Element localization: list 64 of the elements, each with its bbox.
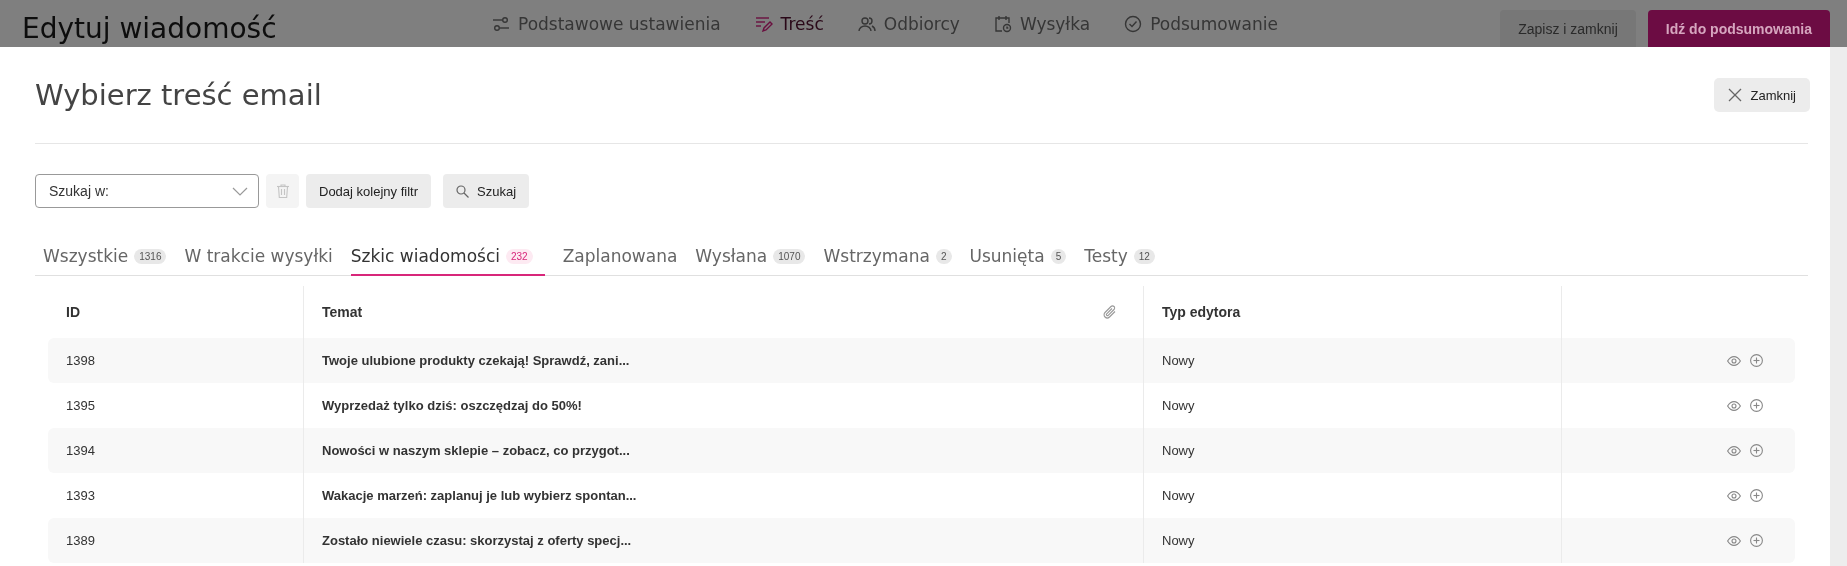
count-badge: 1316 (134, 248, 167, 264)
people-icon (857, 14, 876, 33)
eye-icon[interactable] (1727, 355, 1741, 366)
tab-label: Wszystkie (43, 246, 129, 266)
table-cell-text: 1394 (65, 442, 96, 460)
close-icon (1728, 88, 1743, 102)
tab-label: Zaplanowana (562, 246, 678, 266)
table-cell: Nowy (1143, 428, 1561, 473)
eye-icon[interactable] (1727, 490, 1741, 501)
status-tab[interactable]: Usunięta 5 (969, 246, 1067, 276)
tab-label: Testy (1084, 246, 1128, 266)
count-badge: 232 (505, 248, 533, 264)
status-tab[interactable]: Zaplanowana (562, 246, 678, 276)
table-cell: Twoje ulubione produkty czekają! Sprawdź, zani... (303, 338, 1143, 383)
status-tab[interactable]: Wszystkie 1316 (43, 246, 167, 276)
status-tab[interactable]: Szkic wiadomości 232 (350, 246, 545, 276)
table-cell-text: 1393 (65, 487, 96, 505)
search-button[interactable]: Szukaj (443, 174, 530, 208)
count-badge: 5 (1050, 248, 1067, 264)
calendar-clock-icon (993, 14, 1012, 33)
add-filter-button[interactable]: Dodaj kolejny filtr (306, 174, 431, 208)
eye-icon[interactable] (1727, 535, 1741, 546)
tab-label: Wysłana (695, 246, 768, 266)
add-circle-icon[interactable] (1750, 489, 1763, 502)
dialog-title: Wybierz treść email (35, 78, 322, 112)
status-tab[interactable]: W trakcie wysyłki (184, 246, 333, 276)
count-badge: 12 (1133, 248, 1155, 264)
tab-label: Wstrzymana (823, 246, 930, 266)
status-tab[interactable]: Wstrzymana 2 (823, 246, 952, 276)
eye-icon[interactable] (1727, 400, 1741, 411)
add-circle-icon[interactable] (1750, 444, 1763, 457)
save-close-button[interactable]: Zapisz i zamknij (1500, 10, 1636, 47)
tab-label: Usunięta (969, 246, 1045, 266)
table-cell: Nowości w naszym sklepie – zobacz, co przygot... (303, 428, 1143, 473)
tab-label: Szkic wiadomości (350, 246, 500, 266)
step-tab[interactable]: Treść (754, 13, 824, 34)
column-header: Temat (322, 304, 363, 320)
table-cell-text: 1389 (65, 532, 96, 550)
table-cell-text: 1398 (65, 352, 96, 370)
count-badge: 2 (935, 248, 952, 264)
close-button[interactable]: Zamknij (1714, 78, 1810, 112)
status-tab[interactable]: Wysłana 1070 (695, 246, 806, 276)
summary-button[interactable]: Idź do podsumowania (1647, 10, 1830, 47)
sliders-icon (492, 14, 510, 33)
count-badge: 1070 (773, 248, 806, 264)
search-icon (456, 184, 469, 198)
column-header: ID (65, 303, 81, 322)
eye-icon[interactable] (1727, 445, 1741, 456)
paperclip-icon (1103, 305, 1117, 319)
list-pen-icon (754, 14, 773, 33)
chevron-down-icon (232, 186, 248, 196)
add-circle-icon[interactable] (1750, 534, 1763, 547)
add-circle-icon[interactable] (1750, 354, 1763, 367)
add-circle-icon[interactable] (1750, 399, 1763, 412)
table-cell: Zostało niewiele czasu: skorzystaj z oferty specj... (303, 518, 1143, 563)
status-tab[interactable]: Testy 12 (1084, 246, 1155, 276)
table-cell-text: 1395 (65, 397, 96, 415)
tab-label: W trakcie wysyłki (184, 246, 333, 266)
check-circle-icon (1124, 14, 1143, 33)
page-title: Edytuj wiadomość (22, 11, 278, 45)
table-cell: Nowy (1143, 338, 1561, 383)
search-in-select[interactable]: Szukaj w: (35, 174, 259, 208)
table-cell: Nowy (1143, 518, 1561, 563)
trash-icon (276, 184, 289, 198)
